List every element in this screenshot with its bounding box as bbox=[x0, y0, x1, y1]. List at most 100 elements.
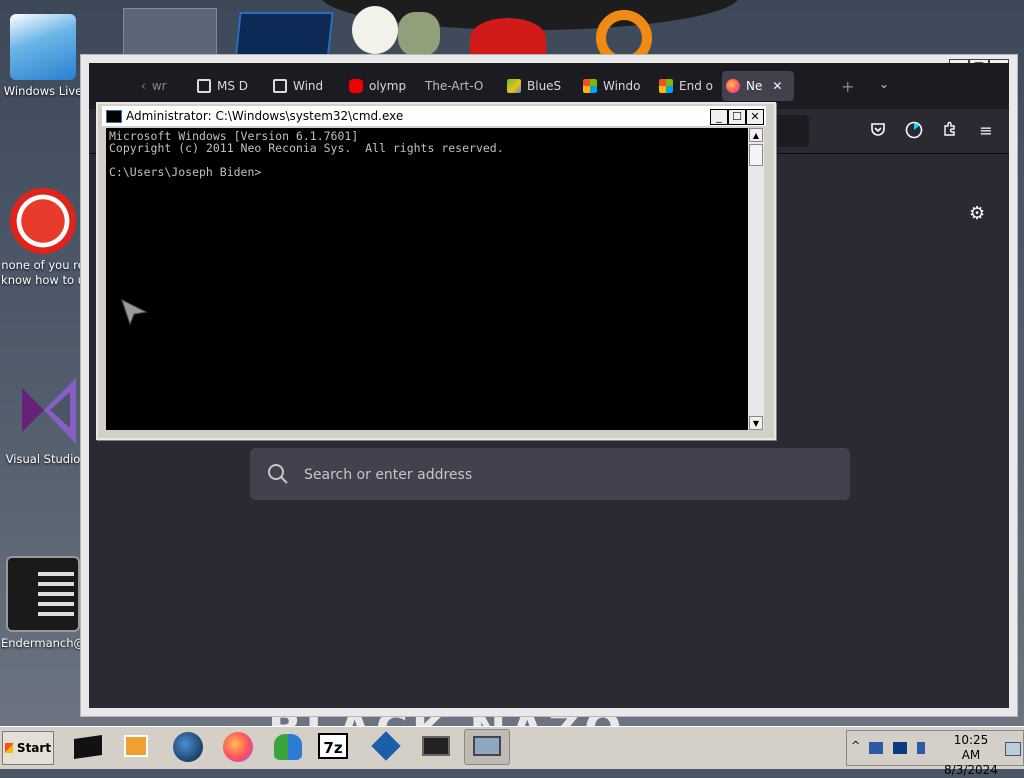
tab-label: olymp bbox=[369, 79, 407, 93]
extensions-puzzle-icon[interactable] bbox=[940, 121, 960, 141]
firefox-icon bbox=[223, 732, 253, 762]
museum-icon bbox=[273, 79, 287, 93]
search-input[interactable] bbox=[302, 448, 836, 502]
desktop-icon-label: Windows Live bbox=[3, 84, 83, 98]
tab-end[interactable]: End o bbox=[655, 71, 723, 101]
visual-studio-icon bbox=[10, 368, 76, 444]
desktop-icon-label: none of you re bbox=[1, 258, 85, 272]
scroll-thumb[interactable] bbox=[749, 144, 763, 166]
museum-icon bbox=[197, 79, 211, 93]
chevron-left-icon: ‹ bbox=[141, 79, 146, 93]
desktop-icon-dragon-app[interactable]: none of you re know how to u bbox=[0, 188, 86, 288]
tab-list-chevron-icon[interactable]: ⌄ bbox=[879, 77, 889, 91]
gear-icon[interactable]: ⚙ bbox=[969, 203, 985, 224]
file-stack-icon bbox=[123, 8, 217, 60]
volume-tray-icon[interactable] bbox=[917, 742, 925, 754]
desktop-icon-label: Visual Studio bbox=[5, 452, 81, 466]
clock-date: 8/3/2024 bbox=[944, 763, 998, 777]
tab-new[interactable]: Ne ✕ bbox=[722, 71, 794, 101]
7zip-icon: 7z bbox=[318, 733, 348, 759]
tab-label: Windo bbox=[603, 79, 641, 93]
globe-icon bbox=[173, 732, 203, 762]
clock[interactable]: 10:25 AM 8/3/2024 bbox=[943, 733, 999, 778]
tab-close-icon[interactable]: ✕ bbox=[772, 79, 782, 93]
tab-label: Ne bbox=[746, 79, 763, 93]
taskbar-7zip[interactable]: 7z bbox=[316, 729, 352, 763]
desktop-icon-windows-live[interactable]: Windows Live bbox=[0, 14, 86, 99]
desktop-icon-endermanch[interactable]: Endermanch@ bbox=[0, 556, 86, 651]
windows-flag-icon bbox=[4, 743, 13, 753]
clock-time: 10:25 AM bbox=[953, 733, 989, 762]
show-desktop-icon[interactable] bbox=[1005, 742, 1021, 756]
tab-windo[interactable]: Windo bbox=[579, 71, 649, 101]
console-icon bbox=[106, 110, 122, 123]
windows-icon bbox=[583, 79, 597, 93]
console-output[interactable]: Microsoft Windows [Version 6.1.7601] Copy… bbox=[106, 128, 748, 430]
cmd-window: Administrator: C:\Windows\system32\cmd.e… bbox=[96, 102, 776, 440]
mouse-cursor-icon bbox=[121, 299, 148, 326]
taskbar-terminal-app[interactable] bbox=[70, 729, 106, 763]
taskbar-screen-app[interactable] bbox=[418, 729, 454, 763]
zombie-icon bbox=[398, 12, 440, 56]
console-prompt: C:\Users\Joseph Biden> bbox=[109, 165, 262, 179]
tab-label: The-Art-O bbox=[425, 79, 484, 93]
scroll-up-arrow-icon[interactable]: ▲ bbox=[749, 128, 763, 142]
tab-label: MS D bbox=[217, 79, 249, 93]
terminal-icon bbox=[74, 735, 102, 759]
virtualbox-cube-icon bbox=[371, 731, 401, 761]
tab-label: End o bbox=[679, 79, 713, 93]
windows-icon bbox=[659, 79, 673, 93]
tab-scroll-left[interactable]: ‹ wr bbox=[137, 71, 185, 101]
tab-label: Wind bbox=[293, 79, 324, 93]
taskbar-globe-app[interactable] bbox=[170, 729, 206, 763]
search-icon bbox=[268, 464, 288, 484]
desktop-icon-label-line2: know how to u bbox=[1, 273, 85, 287]
window-icon bbox=[473, 736, 501, 756]
cmd-close-button[interactable]: ✕ bbox=[746, 109, 764, 125]
desktop-icon-label: Endermanch@ bbox=[0, 636, 86, 650]
desktop-icon-visual-studio[interactable]: Visual Studio bbox=[0, 368, 86, 467]
hamburger-menu-icon[interactable]: ≡ bbox=[976, 121, 996, 141]
windows-live-icon bbox=[10, 14, 76, 80]
newtab-search-box[interactable] bbox=[250, 448, 850, 502]
start-label: Start bbox=[16, 741, 52, 755]
system-tray: ^ 10:25 AM 8/3/2024 bbox=[846, 730, 1024, 777]
tab-ms[interactable]: MS D bbox=[193, 71, 261, 101]
monitor-icon bbox=[422, 736, 450, 756]
tab-label: wr bbox=[151, 79, 167, 93]
console-line: Copyright (c) 2011 Neo Reconia Sys. All … bbox=[109, 141, 504, 155]
messenger-people-icon bbox=[274, 734, 302, 760]
media-player-icon bbox=[124, 735, 148, 757]
taskbar-virtualbox[interactable] bbox=[368, 729, 404, 763]
tab-blues[interactable]: BlueS bbox=[503, 71, 575, 101]
terminal-icon bbox=[6, 556, 80, 632]
start-button[interactable]: Start bbox=[2, 731, 54, 765]
taskbar-media-player[interactable] bbox=[118, 729, 154, 763]
scroll-down-arrow-icon[interactable]: ▼ bbox=[749, 416, 763, 430]
taskbar: Start 7z ^ 10:25 AM 8/3/2024 bbox=[0, 726, 1024, 777]
firefox-icon bbox=[726, 79, 740, 93]
account-sync-icon[interactable] bbox=[904, 121, 924, 141]
cmd-title: Administrator: C:\Windows\system32\cmd.e… bbox=[126, 109, 404, 123]
network-tray-icon[interactable] bbox=[869, 742, 883, 754]
flower-icon bbox=[352, 6, 398, 54]
tab-art[interactable]: The-Art-O bbox=[421, 71, 499, 101]
tab-wind1[interactable]: Wind bbox=[269, 71, 337, 101]
tab-olymp[interactable]: olymp bbox=[345, 71, 417, 101]
tray-expand-chevron-icon[interactable]: ^ bbox=[851, 739, 860, 752]
red-ball-icon bbox=[470, 18, 546, 58]
cmd-maximize-button[interactable]: ☐ bbox=[728, 109, 746, 125]
new-tab-plus-icon[interactable]: + bbox=[841, 77, 854, 96]
tab-label: BlueS bbox=[527, 79, 562, 93]
display-tray-icon[interactable] bbox=[893, 742, 907, 754]
pocket-icon[interactable] bbox=[868, 121, 888, 141]
youtube-icon bbox=[349, 79, 363, 93]
taskbar-msn-messenger[interactable] bbox=[270, 729, 306, 763]
cmd-minimize-button[interactable]: _ bbox=[710, 109, 728, 125]
taskbar-window-app[interactable] bbox=[464, 729, 510, 765]
cmd-scrollbar[interactable]: ▲ ▼ bbox=[748, 128, 764, 430]
taskbar-firefox[interactable] bbox=[220, 729, 256, 763]
dragon-icon bbox=[10, 188, 76, 254]
bluestacks-icon bbox=[507, 79, 521, 93]
cmd-titlebar[interactable]: Administrator: C:\Windows\system32\cmd.e… bbox=[102, 106, 766, 126]
